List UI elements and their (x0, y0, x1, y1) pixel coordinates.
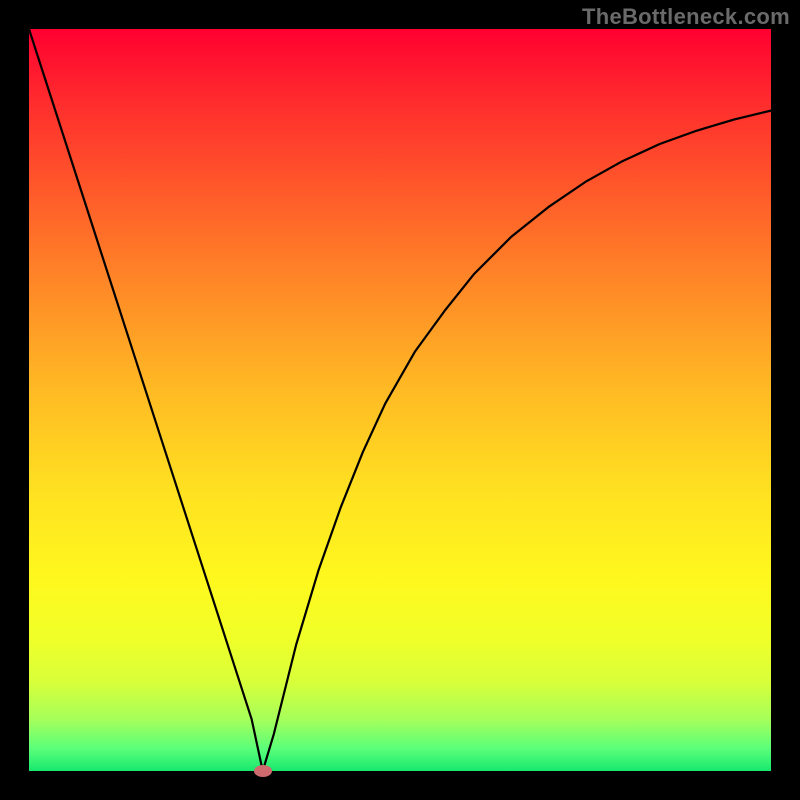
minimum-marker (254, 765, 272, 777)
plot-area (29, 29, 771, 771)
watermark-text: TheBottleneck.com (582, 4, 790, 30)
chart-frame: TheBottleneck.com (0, 0, 800, 800)
